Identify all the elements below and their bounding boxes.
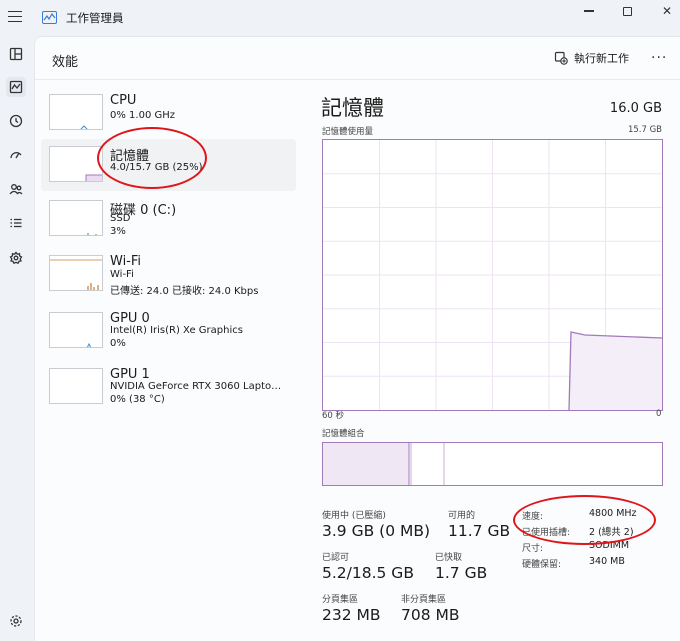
- device-subtext: SSD: [110, 213, 131, 224]
- device-item-gpu0[interactable]: GPU 0 Intel(R) Iris(R) Xe Graphics 0%: [41, 305, 296, 357]
- device-subtext: Intel(R) Iris(R) Xe Graphics: [110, 325, 243, 336]
- main-panel: 效能 執行新工作 ··· CPU 0% 1.00 GHz 記憶體 4.0/15.…: [34, 36, 680, 641]
- speed-value: 4800 MHz: [589, 508, 637, 519]
- committed-label: 已認可: [322, 553, 350, 563]
- paged-pool-value: 232 MB: [322, 606, 381, 624]
- device-subtext: 4.0/15.7 GB (25%): [110, 162, 203, 173]
- device-name: GPU 0: [110, 311, 150, 326]
- form-factor-label: 尺寸:: [522, 544, 544, 554]
- minimize-icon: [584, 10, 594, 12]
- available-value: 11.7 GB: [448, 522, 511, 540]
- in-use-value: 3.9 GB (0 MB): [322, 522, 431, 540]
- more-options-button[interactable]: ···: [651, 50, 667, 66]
- memory-usage-graph: [322, 139, 663, 411]
- nav-processes[interactable]: [6, 44, 26, 64]
- memory-composition-bar[interactable]: [322, 442, 663, 486]
- nav-app-history[interactable]: [6, 111, 26, 131]
- hardware-reserved-value: 340 MB: [589, 556, 625, 567]
- nav-details[interactable]: [6, 213, 26, 233]
- device-subtext-2: 0%: [110, 338, 126, 349]
- nav-rail: [0, 36, 32, 641]
- cached-value: 1.7 GB: [435, 564, 488, 582]
- hardware-reserved-label: 硬體保留:: [522, 560, 562, 570]
- slots-used-label: 已使用插槽:: [522, 528, 571, 538]
- app-history-icon: [9, 114, 23, 128]
- close-icon: ✕: [661, 4, 673, 18]
- form-factor-value: SODIMM: [589, 540, 630, 551]
- in-use-label: 使用中 (已壓縮): [322, 511, 386, 521]
- usage-graph-max: 15.7 GB: [627, 125, 662, 135]
- memory-total: 16.0 GB: [609, 101, 662, 116]
- nav-settings[interactable]: [6, 611, 26, 631]
- run-new-task-icon: [554, 51, 568, 65]
- slots-used-value: 2 (總共 2): [589, 527, 634, 538]
- close-button[interactable]: ✕: [644, 0, 680, 22]
- device-name: GPU 1: [110, 367, 150, 382]
- main-header: 效能 執行新工作 ···: [35, 37, 680, 80]
- gpu0-thumbnail: [49, 312, 103, 348]
- title-bar: 工作管理員 ✕: [0, 0, 680, 36]
- wifi-thumbnail: [49, 255, 103, 291]
- nav-users[interactable]: [6, 179, 26, 199]
- nav-services[interactable]: [6, 248, 26, 268]
- detail-title: 記憶體: [321, 96, 384, 120]
- device-subtext-2: 0% (38 °C): [110, 394, 165, 405]
- users-icon: [9, 184, 23, 195]
- graph-axis-left: 60 秒: [322, 411, 345, 421]
- processes-icon: [9, 47, 23, 61]
- device-subtext: NVIDIA GeForce RTX 3060 Lapto…: [110, 381, 282, 392]
- gpu1-thumbnail: [49, 368, 103, 404]
- nav-startup-apps[interactable]: [6, 145, 26, 165]
- speed-label: 速度:: [522, 512, 544, 522]
- available-label: 可用的: [448, 511, 476, 521]
- run-new-task-label: 執行新工作: [574, 52, 629, 65]
- device-name: CPU: [110, 93, 137, 108]
- performance-icon: [9, 80, 23, 94]
- settings-icon: [10, 615, 22, 627]
- device-subtext: Wi-Fi: [110, 269, 134, 280]
- cached-label: 已快取: [435, 553, 463, 563]
- cpu-thumbnail: [49, 94, 103, 130]
- usage-graph-label: 記憶體使用量: [322, 127, 374, 137]
- device-item-gpu1[interactable]: GPU 1 NVIDIA GeForce RTX 3060 Lapto… 0% …: [41, 361, 296, 413]
- device-name: Wi-Fi: [110, 254, 142, 269]
- device-subtext: 0% 1.00 GHz: [110, 110, 176, 121]
- menu-icon[interactable]: [8, 11, 22, 23]
- services-icon: [9, 251, 23, 265]
- run-new-task-button[interactable]: 執行新工作: [554, 50, 629, 66]
- maximize-icon: [622, 6, 632, 16]
- disk-thumbnail: [49, 200, 103, 236]
- paged-pool-label: 分頁集區: [322, 595, 359, 605]
- device-item-disk[interactable]: 磁碟 0 (C:) SSD 3%: [41, 193, 296, 245]
- nonpaged-pool-value: 708 MB: [401, 606, 460, 624]
- device-item-memory[interactable]: 記憶體 4.0/15.7 GB (25%): [41, 139, 296, 191]
- committed-value: 5.2/18.5 GB: [322, 564, 414, 582]
- device-item-cpu[interactable]: CPU 0% 1.00 GHz: [41, 87, 296, 139]
- app-title: 工作管理員: [66, 11, 124, 25]
- nav-performance[interactable]: [6, 77, 26, 97]
- composition-label: 記憶體組合: [322, 429, 365, 439]
- graph-axis-right: 0: [656, 409, 662, 419]
- details-icon: [10, 218, 22, 228]
- page-title: 效能: [52, 55, 79, 70]
- device-subtext-2: 已傳送: 24.0 已接收: 24.0 Kbps: [110, 286, 259, 297]
- nonpaged-pool-label: 非分頁集區: [401, 595, 447, 605]
- memory-thumbnail: [49, 146, 103, 182]
- startup-apps-icon: [10, 152, 22, 159]
- task-manager-app-icon: [42, 11, 57, 24]
- device-subtext-2: 3%: [110, 226, 126, 237]
- device-item-wifi[interactable]: Wi-Fi Wi-Fi 已傳送: 24.0 已接收: 24.0 Kbps: [41, 248, 296, 300]
